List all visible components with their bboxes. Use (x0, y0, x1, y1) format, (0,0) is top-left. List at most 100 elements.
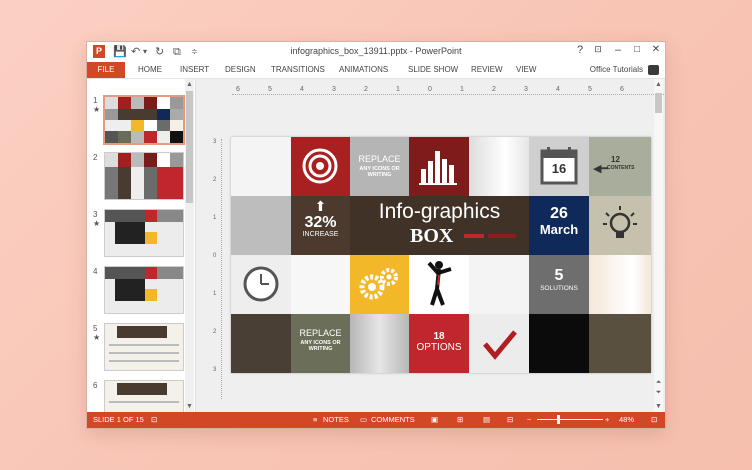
contents-number: 12 (611, 155, 620, 164)
lightbulb-icon (603, 206, 637, 238)
ruler-tick: 2 (364, 86, 368, 93)
previous-slide-icon[interactable]: ⏶ (654, 379, 663, 387)
red-accent-bar (464, 234, 484, 238)
tile-gears (350, 255, 409, 314)
ruler-tick: 3 (213, 139, 217, 145)
tab-home[interactable]: HOME (138, 62, 162, 78)
slide-thumbnail-5[interactable] (104, 323, 184, 371)
ruler-tick: 1 (396, 86, 400, 93)
zoom-level[interactable]: 48% (619, 412, 634, 428)
help-button[interactable]: ? (573, 44, 587, 56)
thumbnail-number: 4 (93, 267, 98, 276)
notes-icon[interactable]: ≡ (313, 412, 317, 428)
ruler-tick: 1 (213, 291, 217, 297)
scrollbar-thumb[interactable] (186, 91, 193, 203)
slide-show-view-icon[interactable]: ⊟ (507, 412, 513, 428)
tab-review[interactable]: REVIEW (471, 62, 503, 78)
replace-bottom: WRITING (308, 346, 333, 352)
zoom-in-icon[interactable]: + (605, 412, 609, 428)
thumbnail-number: 6 (93, 381, 98, 390)
slide-title: Info-graphics (378, 200, 501, 223)
animation-star-icon: ★ (93, 105, 101, 114)
slide-thumbnail-2[interactable] (104, 152, 184, 200)
checkmark-icon (483, 330, 517, 360)
tab-slide-show[interactable]: SLIDE SHOW (408, 62, 458, 78)
ruler-tick: 3 (332, 86, 336, 93)
tab-view[interactable]: VIEW (516, 62, 536, 78)
options-label: OPTIONS (416, 342, 462, 353)
close-button[interactable]: ✕ (649, 44, 663, 55)
next-slide-icon[interactable]: ⏷ (654, 389, 663, 397)
fit-to-window-icon[interactable]: ⊡ (651, 412, 657, 428)
thumbnail-number: 3 (93, 210, 98, 219)
editor-scrollbar[interactable]: ▲ ⏶ ⏷ ▼ (654, 79, 663, 412)
tab-file[interactable]: FILE (87, 62, 125, 78)
percent-label: INCREASE (302, 231, 339, 238)
scroll-down-arrow-icon[interactable]: ▼ (654, 403, 663, 410)
comments-icon[interactable]: ▭ (360, 412, 367, 428)
ruler-tick: 1 (213, 215, 217, 221)
account-avatar-icon[interactable] (648, 65, 659, 75)
ruler-tick: 4 (300, 86, 304, 93)
thumbnail-number: 2 (93, 153, 98, 162)
tab-transitions[interactable]: TRANSITIONS (271, 62, 325, 78)
animation-star-icon: ★ (93, 333, 101, 342)
horizontal-ruler: 6 5 4 3 2 1 0 1 2 3 4 5 6 (232, 86, 665, 95)
comments-button[interactable]: COMMENTS (371, 412, 415, 428)
ruler-tick: 6 (620, 86, 624, 93)
slide-title-box: BOX (410, 225, 454, 247)
scroll-up-arrow-icon[interactable]: ▲ (185, 81, 194, 88)
slide-thumbnail-1[interactable] (103, 95, 185, 145)
zoom-out-icon[interactable]: − (527, 412, 531, 428)
scroll-down-arrow-icon[interactable]: ▼ (185, 403, 194, 410)
zoom-slider-thumb[interactable] (557, 415, 560, 424)
bar-chart-icon (419, 151, 457, 185)
slide-thumbnail-3[interactable] (104, 209, 184, 257)
tab-insert[interactable]: INSERT (180, 62, 209, 78)
options-number: 18 (433, 331, 445, 342)
slide-thumbnail-4[interactable] (104, 266, 184, 314)
notes-button[interactable]: NOTES (323, 412, 349, 428)
gears-icon (359, 268, 398, 300)
restore-button[interactable]: □ (630, 44, 644, 55)
slide-thumbnail-6[interactable] (104, 380, 184, 414)
arrow-left-icon: ◀━ (593, 163, 609, 175)
ruler-tick: 0 (213, 253, 217, 259)
reading-view-icon[interactable]: ▤ (483, 412, 490, 428)
scroll-up-arrow-icon[interactable]: ▲ (654, 81, 663, 88)
tile-blank (469, 137, 529, 196)
tile-blank (529, 314, 589, 373)
arrow-up-icon: ⬆ (314, 198, 327, 214)
ruler-tick: 3 (524, 86, 528, 93)
zoom-slider[interactable] (537, 415, 603, 424)
target-icon (302, 148, 338, 184)
ruler-tick: 4 (556, 86, 560, 93)
ruler-tick: 2 (492, 86, 496, 93)
current-slide[interactable]: REPLACE ANY ICONS OR WRITING 16 12 ◀━ CO… (231, 137, 651, 373)
tile-solutions: 5 SOLUTIONS (529, 255, 589, 314)
calendar-day: 16 (551, 161, 567, 176)
contents-label: CONTENTS (607, 165, 635, 171)
scrollbar-thumb[interactable] (655, 93, 662, 113)
spellcheck-icon[interactable]: ⊡ (151, 412, 157, 428)
thumbnail-scrollbar[interactable]: ▲ ▼ (185, 79, 194, 412)
normal-view-icon[interactable]: ▣ (431, 412, 438, 428)
tile-blank (589, 314, 651, 373)
ruler-tick: 1 (460, 86, 464, 93)
replace-bottom: WRITING (367, 172, 392, 178)
minimize-button[interactable]: – (611, 44, 625, 56)
tile-clock (231, 255, 291, 314)
powerpoint-window: P 💾 ↶ ▾ ↻ ⧉ ≑ infographics_box_13911.ppt… (87, 42, 665, 428)
tab-design[interactable]: DESIGN (225, 62, 256, 78)
tile-person (409, 255, 469, 314)
slide-sorter-icon[interactable]: ⊞ (457, 412, 463, 428)
tab-animations[interactable]: ANIMATIONS (339, 62, 388, 78)
tile-blank (231, 314, 291, 373)
solutions-number: 5 (554, 267, 564, 284)
ribbon-display-options-button[interactable]: ⊡ (591, 44, 605, 55)
tile-contents: 12 ◀━ CONTENTS (589, 137, 651, 196)
replace-heading: REPLACE (299, 328, 342, 338)
account-name[interactable]: Office Tutorials (590, 62, 643, 78)
tile-target (291, 137, 350, 196)
animation-star-icon: ★ (93, 219, 101, 228)
